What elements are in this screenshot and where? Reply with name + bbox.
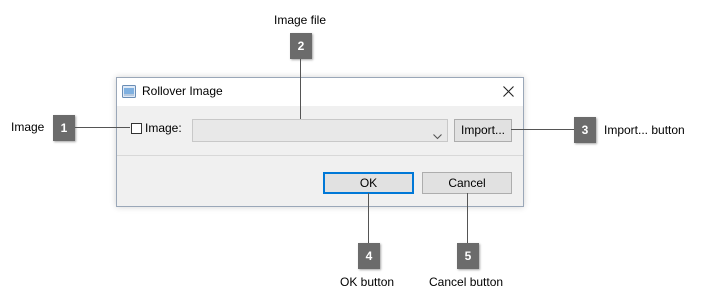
close-button[interactable] [495,78,523,106]
ok-button[interactable]: OK [323,172,414,194]
callout-4-badge: 4 [358,243,380,269]
cancel-button[interactable]: Cancel [422,172,512,194]
title-bar: Rollover Image [117,78,523,106]
dialog-title: Rollover Image [142,84,223,98]
callout-1-line [75,127,130,128]
rollover-image-dialog: Rollover Image Image: Import... OK Cance… [116,77,524,207]
callout-3-badge: 3 [574,117,596,143]
callout-5-line [467,193,468,243]
callout-2-line [300,59,301,119]
callout-2-badge: 2 [290,33,312,59]
callout-4-label: OK button [340,275,395,289]
callout-4-line [368,193,369,243]
image-checkbox-label: Image: [145,121,182,135]
chevron-down-icon[interactable] [433,127,442,145]
window-icon [122,85,136,98]
callout-1-badge: 1 [53,115,75,141]
callout-1-label: Image [11,120,45,134]
callout-3-label: Import... button [604,123,685,137]
image-file-combobox[interactable] [192,119,448,142]
separator [117,155,523,156]
callout-2-label: Image file [274,13,327,27]
callout-5-label: Cancel button [429,275,504,289]
image-checkbox[interactable] [131,123,142,134]
callout-3-line [511,129,574,130]
import-button[interactable]: Import... [454,119,512,142]
callout-5-badge: 5 [457,243,479,269]
